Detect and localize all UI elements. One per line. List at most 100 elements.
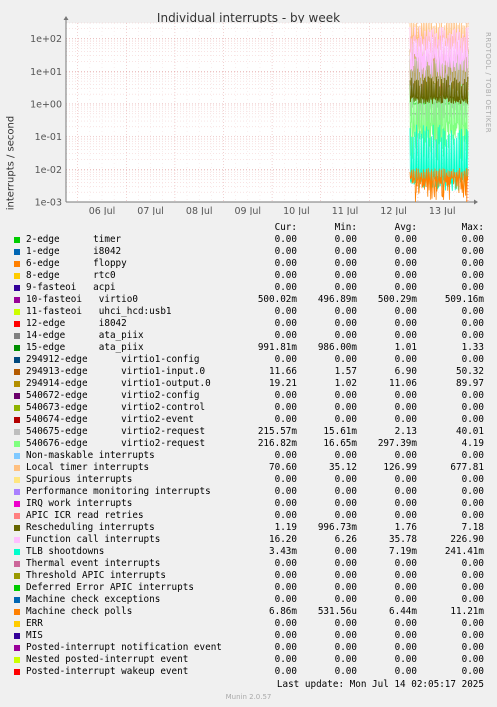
legend-value-avg: 0.00	[394, 474, 417, 485]
legend-value-cur: 0.00	[274, 414, 297, 425]
y-tick-label: 1e+01	[30, 67, 62, 78]
legend-swatch	[14, 429, 20, 435]
munin-version: Munin 2.0.57	[225, 693, 272, 701]
x-tick-label: 07 Jul	[137, 206, 164, 215]
legend-label: 1-edge i8042	[26, 246, 122, 257]
legend-swatch	[14, 417, 20, 423]
legend-value-avg: 0.00	[394, 414, 417, 425]
legend-label: TLB shootdowns	[26, 546, 105, 557]
legend-value-avg: 2.13	[394, 426, 417, 437]
legend-header-min: Min:	[334, 222, 357, 233]
legend-value-cur: 0.00	[274, 354, 297, 365]
legend-label: 540672-edge virtio2-config	[26, 390, 200, 401]
legend-value-avg: 0.00	[394, 486, 417, 497]
legend-value-cur: 0.00	[274, 270, 297, 281]
legend-value-min: 0.00	[334, 258, 357, 269]
legend-value-cur: 0.00	[274, 582, 297, 593]
legend-value-avg: 0.00	[394, 318, 417, 329]
legend-value-max: 509.16m	[444, 294, 484, 305]
y-tick-label: 1e+00	[30, 99, 62, 110]
legend-value-min: 0.00	[334, 246, 357, 257]
y-tick-label: 1e-01	[35, 132, 62, 143]
legend-value-cur: 11.66	[269, 366, 297, 377]
legend-value-max: 0.00	[461, 666, 484, 677]
legend-value-cur: 1.19	[274, 522, 297, 533]
legend-value-avg: 7.19m	[389, 546, 417, 557]
legend-label: 15-edge ata_piix	[26, 342, 144, 353]
legend-label: Performance monitoring interrupts	[26, 486, 211, 497]
legend-swatch	[14, 309, 20, 315]
legend-label: 14-edge ata_piix	[26, 330, 144, 341]
legend-label: Threshold APIC interrupts	[26, 570, 166, 581]
x-tick-label: 09 Jul	[235, 206, 262, 215]
legend-value-cur: 0.00	[274, 246, 297, 257]
legend-value-avg: 0.00	[394, 666, 417, 677]
legend-label: Thermal event interrupts	[26, 558, 161, 569]
legend-value-min: 0.00	[334, 510, 357, 521]
legend-swatch	[14, 441, 20, 447]
legend-value-avg: 0.00	[394, 330, 417, 341]
legend-swatch	[14, 561, 20, 567]
legend-value-max: 0.00	[461, 450, 484, 461]
legend-value-max: 7.18	[461, 522, 484, 533]
legend-value-max: 0.00	[461, 498, 484, 509]
legend-value-min: 0.00	[334, 558, 357, 569]
legend-value-min: 0.00	[334, 270, 357, 281]
legend-swatch	[14, 273, 20, 279]
legend-value-max: 0.00	[461, 582, 484, 593]
legend-value-avg: 0.00	[394, 270, 417, 281]
legend-value-min: 0.00	[334, 474, 357, 485]
legend-value-max: 0.00	[461, 318, 484, 329]
legend-value-avg: 0.00	[394, 642, 417, 653]
legend-value-avg: 0.00	[394, 282, 417, 293]
legend-value-min: 0.00	[334, 390, 357, 401]
legend-value-min: 0.00	[334, 354, 357, 365]
legend-value-min: 0.00	[334, 282, 357, 293]
legend-value-max: 0.00	[461, 618, 484, 629]
legend-value-min: 0.00	[334, 546, 357, 557]
legend-value-max: 0.00	[461, 510, 484, 521]
y-axis-arrow	[63, 16, 69, 20]
legend-value-max: 1.33	[461, 342, 484, 353]
legend-value-cur: 0.00	[274, 282, 297, 293]
legend-value-cur: 0.00	[274, 630, 297, 641]
legend-value-max: 0.00	[461, 354, 484, 365]
x-tick-label: 08 Jul	[186, 206, 213, 215]
legend-value-min: 0.00	[334, 654, 357, 665]
legend-value-min: 996.73m	[317, 522, 357, 533]
legend-label: APIC ICR read retries	[26, 510, 144, 521]
legend-value-avg: 0.00	[394, 246, 417, 257]
legend-label: 2-edge timer	[26, 234, 122, 245]
x-tick-label: 13 Jul	[429, 206, 456, 215]
legend-swatch	[14, 297, 20, 303]
legend-value-max: 0.00	[461, 270, 484, 281]
legend-swatch	[14, 405, 20, 411]
legend-value-avg: 11.06	[389, 378, 417, 389]
legend-value-min: 0.00	[334, 498, 357, 509]
legend-value-cur: 0.00	[274, 642, 297, 653]
legend-swatch	[14, 453, 20, 459]
legend-value-cur: 0.00	[274, 498, 297, 509]
legend-value-min: 531.56u	[317, 606, 357, 617]
legend-value-avg: 0.00	[394, 306, 417, 317]
legend-swatch	[14, 513, 20, 519]
legend-value-avg: 0.00	[394, 570, 417, 581]
legend-value-max: 0.00	[461, 234, 484, 245]
legend-label: 294914-edge virtio1-output.0	[26, 378, 211, 389]
legend-label: 10-fasteoi virtio0	[26, 294, 138, 305]
legend-value-avg: 0.00	[394, 354, 417, 365]
legend-label: 294913-edge virtio1-input.0	[26, 366, 206, 377]
legend-value-max: 0.00	[461, 282, 484, 293]
legend-label: Machine check polls	[26, 606, 133, 617]
legend-label: 540673-edge virtio2-control	[26, 402, 206, 413]
legend-swatch	[14, 381, 20, 387]
legend-value-min: 1.57	[334, 366, 357, 377]
legend-value-max: 0.00	[461, 258, 484, 269]
legend-label: 9-fasteoi acpi	[26, 282, 116, 293]
legend-value-min: 0.00	[334, 582, 357, 593]
legend-value-avg: 0.00	[394, 594, 417, 605]
legend-label: Spurious interrupts	[26, 474, 133, 485]
legend-value-cur: 500.02m	[257, 294, 297, 305]
legend-swatch	[14, 261, 20, 267]
legend-value-max: 0.00	[461, 330, 484, 341]
